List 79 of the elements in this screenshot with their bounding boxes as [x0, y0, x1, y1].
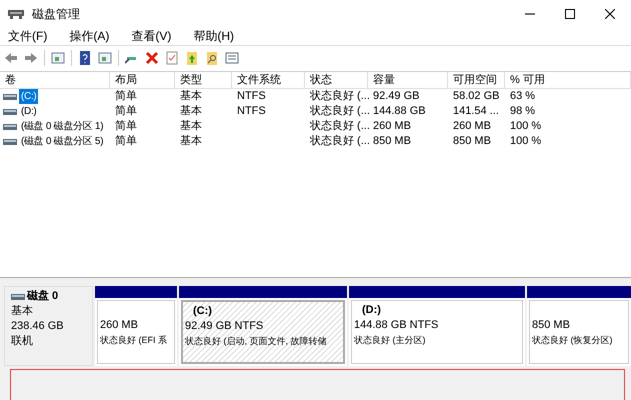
menu-item[interactable]: 帮助(H)	[193, 27, 234, 45]
partition-status: 状态良好 (EFI 系	[100, 334, 167, 347]
table-cell[interactable]: (磁盘 0 磁盘分区 5)	[19, 134, 106, 149]
column-header[interactable]: % 可用	[505, 72, 631, 88]
maximize-icon[interactable]	[565, 9, 575, 19]
drive-icon	[3, 138, 17, 144]
table-cell: 状态良好 (...	[310, 135, 370, 148]
checklist-icon[interactable]	[165, 50, 179, 64]
table-cell: 状态良好 (...	[310, 90, 370, 102]
drive-icon	[3, 124, 17, 130]
column-header[interactable]: 类型	[175, 72, 232, 88]
disk-type: 基本	[11, 304, 34, 319]
partition-size: 144.88 GB NTFS	[354, 318, 440, 333]
disk-management-icon	[8, 8, 24, 20]
table-cell: 63 %	[510, 90, 536, 102]
window-title: 磁盘管理	[32, 6, 80, 23]
table-cell: 58.02 GB	[453, 90, 500, 102]
close-icon[interactable]	[605, 9, 615, 19]
menu-item[interactable]: 文件(F)	[8, 27, 48, 45]
folder-up-icon[interactable]	[185, 50, 199, 64]
menu-item[interactable]: 操作(A)	[69, 27, 110, 45]
table-cell: 260 MB	[453, 120, 491, 132]
back-arrow-icon[interactable]	[4, 50, 18, 64]
partition-size: 260 MB	[100, 318, 139, 333]
partition-status: 状态良好 (恢复分区)	[532, 334, 612, 347]
table-cell: 基本	[180, 120, 202, 132]
drive-icon	[3, 94, 17, 100]
table-cell[interactable]: (C:)	[19, 89, 38, 104]
table-cell: 850 MB	[453, 135, 491, 148]
window-icon[interactable]	[51, 50, 65, 64]
table-cell: 100 %	[510, 135, 542, 148]
table-cell: NTFS	[237, 90, 266, 102]
table-cell: 状态良好 (...	[310, 105, 370, 118]
partition-label: (C:)	[192, 304, 213, 319]
table-cell[interactable]: (磁盘 0 磁盘分区 1)	[19, 119, 106, 134]
disk-size: 238.46 GB	[11, 319, 65, 334]
menu-item[interactable]: 查看(V)	[131, 27, 172, 45]
table-cell: 状态良好 (...	[310, 120, 370, 132]
partition-size: 92.49 GB NTFS	[185, 319, 264, 334]
partition-block[interactable]: 850 MB 状态良好 (恢复分区)	[527, 286, 631, 366]
table-cell: 基本	[180, 90, 202, 102]
table-cell: 260 MB	[373, 120, 411, 132]
help-icon[interactable]	[78, 50, 92, 64]
table-cell: 基本	[180, 135, 202, 148]
table-cell: 98 %	[510, 105, 536, 118]
partition-status: 状态良好 (主分区)	[354, 334, 426, 347]
table-cell[interactable]: (D:)	[19, 104, 38, 119]
column-header[interactable]: 状态	[305, 72, 368, 88]
table-cell: 141.54 ...	[453, 105, 499, 118]
column-header[interactable]: 卷	[0, 72, 110, 88]
table-cell: 144.88 GB	[373, 105, 426, 118]
drive-icon	[11, 294, 25, 300]
partition-size: 850 MB	[532, 318, 571, 333]
disk-status: 联机	[11, 334, 34, 349]
folder-search-icon[interactable]	[205, 50, 219, 64]
table-cell: 简单	[115, 90, 137, 102]
table-cell: 简单	[115, 105, 137, 118]
forward-arrow-icon[interactable]	[24, 50, 38, 64]
table-cell: 850 MB	[373, 135, 411, 148]
table-cell: 92.49 GB	[373, 90, 420, 102]
partition-status: 状态良好 (启动, 页面文件, 故障转储	[185, 335, 326, 348]
table-cell: 基本	[180, 105, 202, 118]
column-header[interactable]: 布局	[110, 72, 175, 88]
table-cell: 简单	[115, 120, 137, 132]
list-icon[interactable]	[225, 50, 239, 64]
window-icon[interactable]	[98, 50, 112, 64]
disk-name: 磁盘 0	[27, 289, 58, 304]
table-cell: 简单	[115, 135, 137, 148]
partition-block[interactable]: (D:) 144.88 GB NTFS 状态良好 (主分区)	[349, 286, 525, 366]
table-cell: NTFS	[237, 105, 266, 118]
partition-block[interactable]: (C:) 92.49 GB NTFS 状态良好 (启动, 页面文件, 故障转储	[179, 286, 347, 366]
partition-block[interactable]: 260 MB 状态良好 (EFI 系	[95, 286, 177, 366]
column-header[interactable]: 文件系统	[232, 72, 305, 88]
column-header[interactable]: 可用空间	[448, 72, 505, 88]
column-header[interactable]: 容量	[368, 72, 448, 88]
drive-icon	[3, 108, 17, 114]
delete-icon[interactable]	[145, 50, 159, 64]
table-cell: 100 %	[510, 120, 542, 132]
partition-label: (D:)	[361, 303, 382, 318]
